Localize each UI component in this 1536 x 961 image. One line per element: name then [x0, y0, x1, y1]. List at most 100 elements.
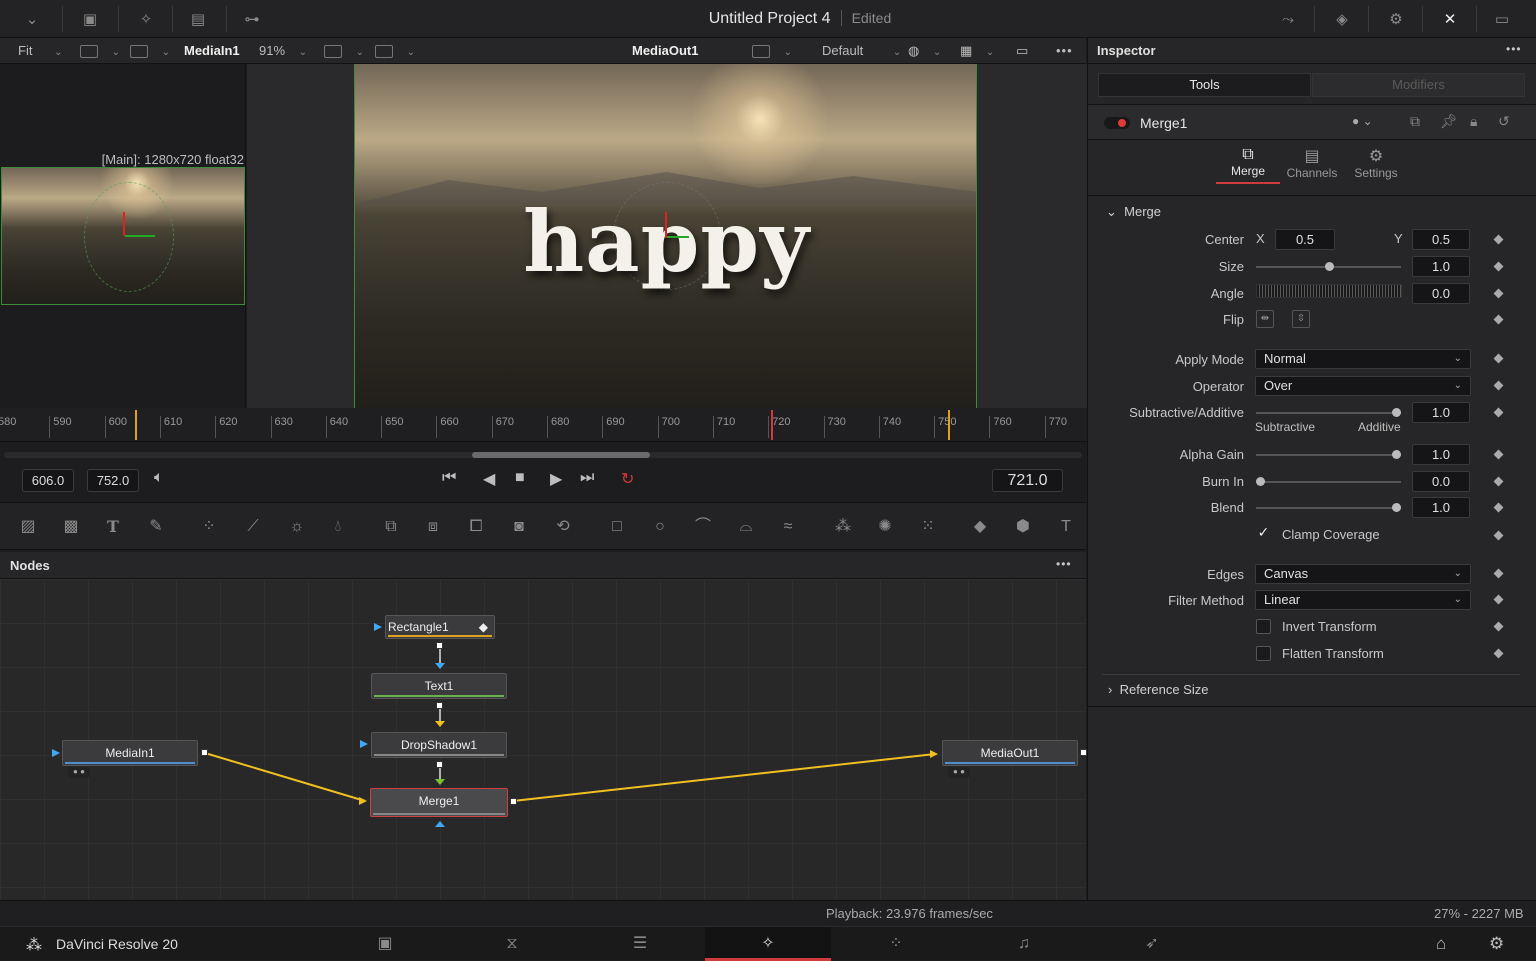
text-3d-icon[interactable]: T	[1053, 515, 1079, 539]
apply-mode-dropdown[interactable]: Normal ⌄	[1255, 349, 1471, 369]
keyframe-clamp-icon[interactable]	[1493, 530, 1504, 541]
keyframe-blend-icon[interactable]	[1493, 502, 1504, 513]
color-channels-icon[interactable]: ◍ ⌄	[908, 42, 941, 62]
keyframe-center-icon[interactable]	[1493, 234, 1504, 245]
render-end-field[interactable]: 752.0	[87, 469, 139, 492]
p-merge-icon[interactable]: ⁙	[915, 515, 941, 539]
keyframe-flatten-icon[interactable]	[1493, 648, 1504, 659]
tools-icon[interactable]: ✕	[1438, 8, 1462, 30]
rectangle-mask-icon[interactable]: □	[604, 515, 630, 539]
main-viewer[interactable]: happy	[247, 64, 1087, 408]
merge-3d-icon[interactable]: ⬢	[1010, 515, 1036, 539]
out-marker[interactable]	[948, 410, 950, 440]
bspline-mask-icon[interactable]: ⌓	[733, 515, 759, 539]
size-slider[interactable]	[1256, 262, 1401, 271]
right-layout-button[interactable]: ⌄	[375, 42, 415, 62]
blend-field[interactable]: 1.0	[1412, 497, 1470, 518]
play-reverse-icon[interactable]: ◀	[483, 469, 495, 489]
fit-dropdown[interactable]: Fit ⌄	[18, 42, 62, 62]
timeline-ruler[interactable]: 580 590 600 610 620 630 640 650 660 670 680 690 700 7…	[0, 408, 1086, 442]
keyframe-alpha-gain-icon[interactable]	[1493, 449, 1504, 460]
node-mediain1[interactable]: MediaIn1	[62, 740, 198, 766]
more-options-icon[interactable]: •••	[1056, 42, 1073, 60]
view-layout-button[interactable]: ⌄	[130, 42, 170, 62]
p-render-icon[interactable]: ✺	[872, 515, 898, 539]
shape-3d-icon[interactable]: ◆	[967, 515, 993, 539]
transform-tool-icon[interactable]: ⟲	[550, 515, 576, 539]
clamp-coverage-checkbox[interactable]: ✓	[1256, 525, 1271, 541]
nodes-options-icon[interactable]: •••	[1056, 557, 1072, 571]
reset-icon[interactable]: ↺	[1498, 113, 1510, 130]
node-merge1[interactable]: Merge1	[370, 788, 508, 817]
mask-tool-icon[interactable]: ◙	[506, 515, 532, 539]
angle-wheel[interactable]	[1256, 284, 1402, 298]
nodes-toggle-icon[interactable]: ⊶	[240, 8, 264, 30]
left-viewer[interactable]: [Main]: 1280x720 float32	[0, 64, 246, 408]
mediain-view-toggle[interactable]: ● ●	[68, 767, 90, 778]
fusion-page-icon[interactable]: ✧	[705, 927, 831, 961]
cut-page-icon[interactable]: ⧖	[449, 927, 575, 961]
media-pool-icon[interactable]: ▣	[78, 8, 102, 30]
center-x-handle[interactable]	[667, 236, 689, 238]
in-marker[interactable]	[135, 410, 137, 440]
keyframe-subadd-icon[interactable]	[1493, 407, 1504, 418]
loop-icon[interactable]: ↻	[621, 469, 634, 489]
keyframe-apply-mode-icon[interactable]	[1493, 353, 1504, 364]
modifiers-icon[interactable]: ⚙	[1384, 8, 1408, 30]
grid-icon[interactable]: ▦ ⌄	[960, 42, 994, 62]
roi-button[interactable]: ⌄	[752, 42, 792, 62]
scroll-thumb[interactable]	[472, 452, 650, 458]
mediaout-view-toggle[interactable]: ● ●	[948, 767, 970, 778]
clips-icon[interactable]: ▤	[186, 8, 210, 30]
matte-control-tool-icon[interactable]: ⧠	[463, 515, 489, 539]
keyframe-invert-icon[interactable]	[1493, 621, 1504, 632]
timeline-scrollbar[interactable]	[0, 448, 1086, 462]
subtab-channels[interactable]: ▤ Channels	[1280, 146, 1344, 180]
background-tool-icon[interactable]: ▨	[15, 515, 41, 539]
alpha-gain-slider[interactable]	[1256, 450, 1401, 459]
aspect-icon[interactable]: ▭	[1016, 42, 1028, 60]
node-enable-toggle[interactable]	[1104, 117, 1130, 129]
current-frame-field[interactable]: 721.0	[992, 469, 1063, 492]
keyframe-size-icon[interactable]	[1493, 261, 1504, 272]
node-color-dropdown[interactable]: ● ⌄	[1352, 114, 1373, 128]
play-icon[interactable]: ▶	[550, 469, 562, 489]
lut-dropdown[interactable]: Default ⌄	[822, 42, 901, 62]
tab-modifiers[interactable]: Modifiers	[1312, 73, 1525, 97]
lock-icon[interactable]: 🔒︎	[1470, 113, 1477, 130]
a-buffer-button[interactable]: ⌄	[80, 42, 120, 62]
color-page-icon[interactable]: ⁘	[833, 927, 959, 961]
media-page-icon[interactable]: ▣	[322, 927, 448, 961]
section-merge[interactable]: ⌄ Merge	[1106, 204, 1161, 220]
node-text1[interactable]: Text1	[371, 673, 507, 699]
particles-tool-icon[interactable]: ⁘	[196, 515, 222, 539]
inspector-options-icon[interactable]: •••	[1506, 42, 1522, 56]
fairlight-page-icon[interactable]: ♫	[961, 927, 1087, 961]
size-field[interactable]: 1.0	[1412, 256, 1470, 277]
paint-tool-icon[interactable]: ✎	[143, 515, 169, 539]
subadd-slider[interactable]	[1256, 408, 1401, 417]
keyframe-edges-icon[interactable]	[1493, 568, 1504, 579]
deliver-page-icon[interactable]: ➶	[1089, 927, 1215, 961]
text-tool-icon[interactable]: T	[100, 515, 126, 539]
ellipse-mask-icon[interactable]: ○	[647, 515, 673, 539]
burn-in-field[interactable]: 0.0	[1412, 471, 1470, 492]
spline-icon[interactable]: ⤳	[1276, 8, 1300, 30]
keyframe-flip-icon[interactable]	[1493, 314, 1504, 325]
keyframe-filter-icon[interactable]	[1493, 594, 1504, 605]
node-mediaout1[interactable]: MediaOut1	[942, 740, 1078, 766]
tab-tools[interactable]: Tools	[1098, 73, 1311, 97]
keyframe-operator-icon[interactable]	[1493, 380, 1504, 391]
node-rectangle1[interactable]: Rectangle1 ◆	[385, 615, 495, 639]
polygon-mask-icon[interactable]: ⌒	[690, 515, 716, 539]
flip-horizontal-icon[interactable]: ⇹	[1256, 310, 1274, 328]
b-buffer-button[interactable]: ⌄	[324, 42, 364, 62]
edges-dropdown[interactable]: Canvas ⌄	[1255, 564, 1471, 584]
operator-dropdown[interactable]: Over ⌄	[1255, 376, 1471, 396]
keyframes-icon[interactable]: ◈	[1330, 8, 1354, 30]
node-dropshadow1[interactable]: DropShadow1	[371, 732, 507, 758]
playhead[interactable]	[771, 410, 773, 440]
dropdown-icon[interactable]: ⌄	[20, 8, 44, 30]
center-x-field[interactable]: 0.5	[1275, 229, 1335, 250]
zoom-dropdown[interactable]: 91% ⌄	[259, 42, 307, 62]
